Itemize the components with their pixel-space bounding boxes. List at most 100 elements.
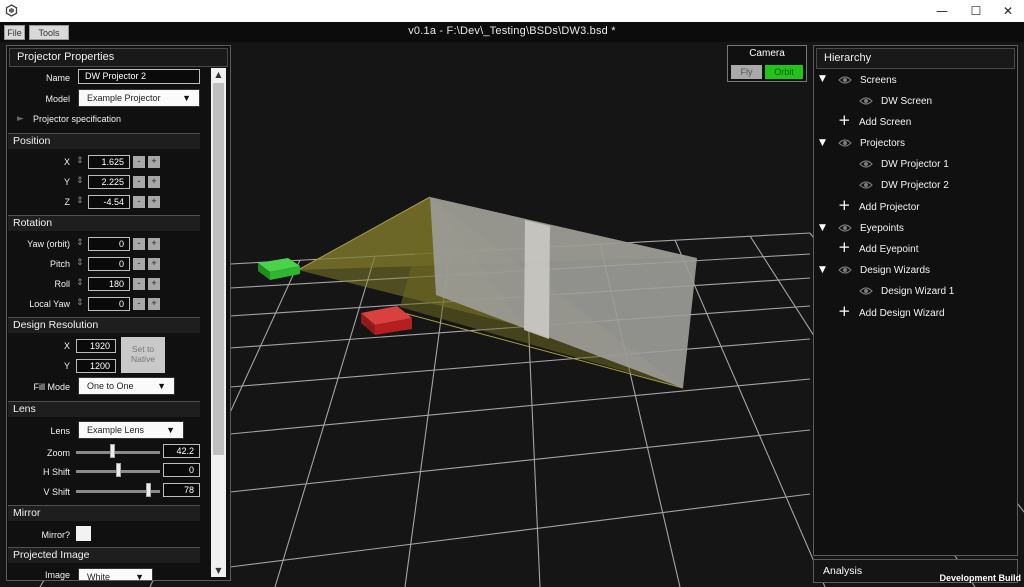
projector-spec-toggle[interactable]: Projector specification <box>33 114 121 124</box>
dropdown-arrow-icon: ▼ <box>166 425 175 435</box>
local-yaw-field[interactable]: 0 <box>88 297 130 311</box>
expand-arrow-icon[interactable]: ► <box>17 114 24 124</box>
position-y-label: Y <box>63 177 70 187</box>
window-title-bar: — ☐ ✕ <box>0 0 1024 22</box>
tree-item-eyepoints[interactable]: Eyepoints <box>838 220 904 236</box>
model-dropdown[interactable]: Example Projector ▼ <box>78 89 200 107</box>
pitch-decrement[interactable]: - <box>133 258 145 270</box>
tree-item-design-wizards[interactable]: Design Wizards <box>838 262 930 278</box>
tree-item-label: DW Projector 1 <box>881 158 949 170</box>
lens-dropdown[interactable]: Example Lens ▼ <box>78 421 184 439</box>
drag-arrows-icon[interactable]: ⇕ <box>76 258 84 268</box>
yaw-orbit-field[interactable]: 0 <box>88 237 130 251</box>
position-z-decrement[interactable]: - <box>133 196 145 208</box>
pitch-field[interactable]: 0 <box>88 257 130 271</box>
tree-item-screens[interactable]: Screens <box>838 72 897 88</box>
eye-icon[interactable] <box>838 265 852 275</box>
position-y-decrement[interactable]: - <box>133 176 145 188</box>
tree-item-dw-screen[interactable]: DW Screen <box>859 93 932 109</box>
fill-mode-label: Fill Mode <box>33 382 70 392</box>
tree-item-label: Design Wizards <box>860 264 931 276</box>
hshift-slider-thumb[interactable] <box>116 463 121 477</box>
yaw-orbit-decrement[interactable]: - <box>133 238 145 250</box>
tree-item-projectors[interactable]: Projectors <box>838 135 905 151</box>
tree-item-design-wizard-1[interactable]: Design Wizard 1 <box>859 283 954 299</box>
drag-arrows-icon[interactable]: ⇕ <box>76 196 84 206</box>
yaw-orbit-increment[interactable]: + <box>148 238 160 250</box>
eye-icon[interactable] <box>859 96 873 106</box>
eye-icon[interactable] <box>838 75 852 85</box>
tree-item-label: Projectors <box>860 137 906 149</box>
eye-icon[interactable] <box>838 138 852 148</box>
lens-value: Example Lens <box>87 425 145 435</box>
orbit-mode-button[interactable]: Orbit <box>765 65 803 79</box>
drag-arrows-icon[interactable]: ⇕ <box>76 278 84 288</box>
lens-label: Lens <box>50 426 70 436</box>
zoom-slider-thumb[interactable] <box>110 444 115 458</box>
properties-scrollbar[interactable]: ▲ ▼ <box>211 68 226 577</box>
add-design-wizard-button[interactable]: Add Design Wizard <box>859 305 945 321</box>
position-x-decrement[interactable]: - <box>133 156 145 168</box>
zoom-field[interactable]: 42.2 <box>163 444 200 458</box>
tree-item-dw-projector-2[interactable]: DW Projector 2 <box>859 177 949 193</box>
minimize-button[interactable]: — <box>926 0 958 22</box>
tree-item-dw-projector-1[interactable]: DW Projector 1 <box>859 156 949 172</box>
collapse-triangle-icon[interactable]: ▼ <box>819 138 826 148</box>
collapse-triangle-icon[interactable]: ▼ <box>819 265 826 275</box>
zoom-slider[interactable] <box>76 451 160 454</box>
position-z-label: Z <box>64 197 71 207</box>
close-button[interactable]: ✕ <box>992 0 1024 22</box>
hshift-field[interactable]: 0 <box>163 463 200 477</box>
plus-icon[interactable]: + <box>838 113 851 128</box>
collapse-triangle-icon[interactable]: ▼ <box>819 74 826 84</box>
drag-arrows-icon[interactable]: ⇕ <box>76 238 84 248</box>
vshift-slider-thumb[interactable] <box>146 483 151 497</box>
dropdown-arrow-icon: ▼ <box>182 93 191 103</box>
vshift-field[interactable]: 78 <box>163 483 200 497</box>
mirror-checkbox[interactable] <box>76 526 91 541</box>
eye-icon[interactable] <box>859 159 873 169</box>
pitch-label: Pitch <box>49 259 70 269</box>
scroll-up-icon[interactable]: ▲ <box>211 68 226 81</box>
mirror-section-header: Mirror <box>8 505 200 521</box>
set-to-native-button[interactable]: Set to Native <box>121 337 165 373</box>
fly-mode-button[interactable]: Fly <box>731 65 762 79</box>
collapse-triangle-icon[interactable]: ▼ <box>819 223 826 233</box>
plus-icon[interactable]: + <box>838 304 851 319</box>
add-eyepoint-button[interactable]: Add Eyepoint <box>859 241 919 257</box>
pitch-increment[interactable]: + <box>148 258 160 270</box>
add-projector-button[interactable]: Add Projector <box>859 199 920 215</box>
drag-arrows-icon[interactable]: ⇕ <box>76 156 84 166</box>
eye-icon[interactable] <box>859 286 873 296</box>
plus-icon[interactable]: + <box>838 198 851 213</box>
eye-icon[interactable] <box>838 223 852 233</box>
roll-decrement[interactable]: - <box>133 278 145 290</box>
drag-arrows-icon[interactable]: ⇕ <box>76 176 84 186</box>
local-yaw-increment[interactable]: + <box>148 298 160 310</box>
drag-arrows-icon[interactable]: ⇕ <box>76 298 84 308</box>
roll-field[interactable]: 180 <box>88 277 130 291</box>
roll-increment[interactable]: + <box>148 278 160 290</box>
model-label: Model <box>45 94 70 104</box>
image-dropdown[interactable]: White ▼ <box>78 568 153 580</box>
resolution-x-field[interactable]: 1920 <box>76 339 116 353</box>
fill-mode-dropdown[interactable]: One to One ▼ <box>78 377 175 395</box>
position-z-increment[interactable]: + <box>148 196 160 208</box>
position-z-field[interactable]: -4.54 <box>88 195 130 209</box>
position-y-field[interactable]: 2.225 <box>88 175 130 189</box>
tree-item-label: Design Wizard 1 <box>881 285 955 297</box>
eye-icon[interactable] <box>859 180 873 190</box>
resolution-y-field[interactable]: 1200 <box>76 359 116 373</box>
scroll-down-icon[interactable]: ▼ <box>211 564 226 577</box>
local-yaw-decrement[interactable]: - <box>133 298 145 310</box>
maximize-button[interactable]: ☐ <box>960 0 992 22</box>
plus-icon[interactable]: + <box>838 240 851 255</box>
app-logo-icon <box>5 4 18 17</box>
add-screen-button[interactable]: Add Screen <box>859 114 911 130</box>
scrollbar-thumb[interactable] <box>213 83 224 455</box>
position-y-increment[interactable]: + <box>148 176 160 188</box>
name-field[interactable]: DW Projector 2 <box>78 69 200 84</box>
position-section-header: Position <box>8 133 200 149</box>
position-x-increment[interactable]: + <box>148 156 160 168</box>
position-x-field[interactable]: 1.625 <box>88 155 130 169</box>
